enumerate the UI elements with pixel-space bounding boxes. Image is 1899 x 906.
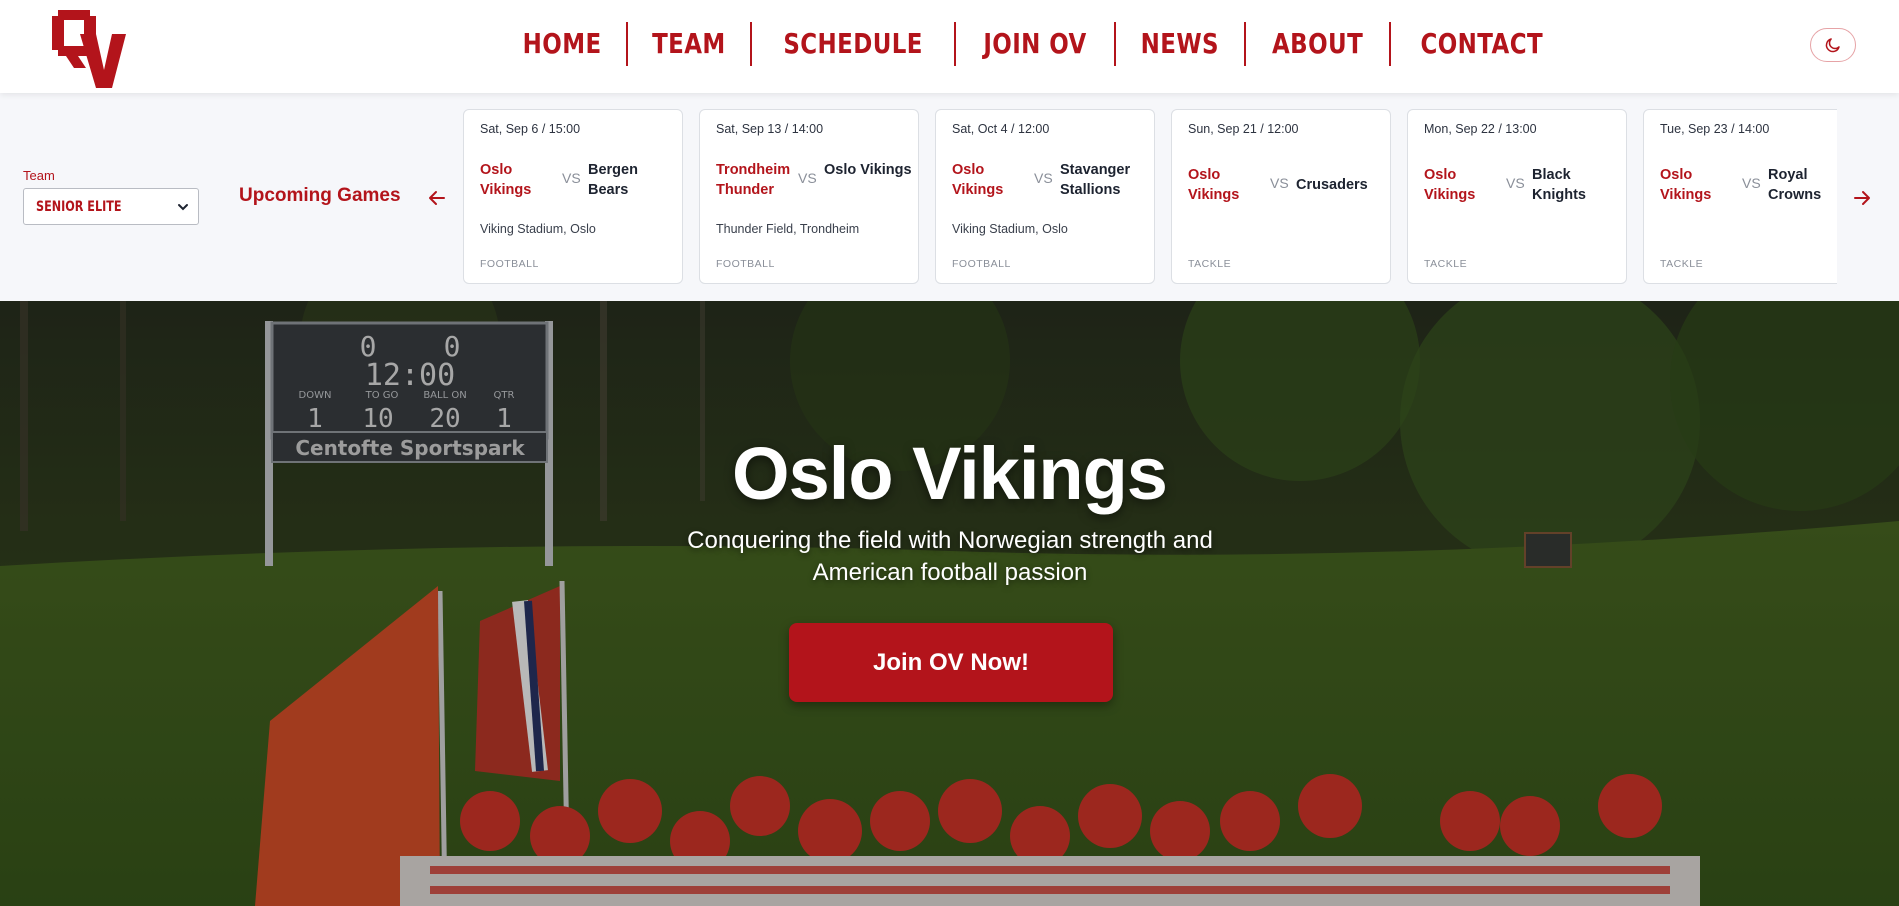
- nav-divider: [1114, 22, 1117, 66]
- nav-about[interactable]: ABOUT: [1259, 22, 1376, 66]
- team-select-value: SENIOR ELITE: [36, 198, 122, 215]
- team-select[interactable]: SENIOR ELITE: [23, 188, 199, 225]
- game-card[interactable]: Mon, Sep 22 / 13:00 Oslo Vikings VS Blac…: [1407, 109, 1627, 284]
- game-venue: Viking Stadium, Oslo: [480, 222, 596, 236]
- hero-section: 0 0 12:00 DOWN TO GO BALL ON QTR 1 10 20…: [0, 301, 1899, 906]
- away-team: Crusaders: [1296, 177, 1368, 193]
- hero-title: Oslo Vikings: [732, 432, 1168, 515]
- nav-divider: [750, 22, 752, 66]
- nav-contact[interactable]: CONTACT: [1407, 22, 1556, 66]
- game-date: Sat, Sep 6 / 15:00: [480, 122, 581, 136]
- logo[interactable]: [50, 4, 126, 90]
- nav-join-ov[interactable]: JOIN OV: [970, 22, 1100, 66]
- moon-icon: [1825, 38, 1840, 53]
- home-team: Oslo Vikings: [1188, 167, 1240, 203]
- away-team: Oslo Vikings: [824, 162, 912, 178]
- away-team: Bergen Bears: [588, 162, 638, 198]
- away-team: Stavanger Stallions: [1060, 162, 1131, 198]
- game-venue: Viking Stadium, Oslo: [952, 222, 1068, 236]
- game-date: Sun, Sep 21 / 12:00: [1188, 122, 1299, 136]
- game-card[interactable]: Tue, Sep 23 / 14:00 Oslo Vikings VS Roya…: [1643, 109, 1837, 284]
- nav-team[interactable]: TEAM: [639, 22, 739, 66]
- game-type: TACKLE: [1188, 258, 1232, 270]
- nav-schedule[interactable]: SCHEDULE: [770, 22, 936, 66]
- home-team: Oslo Vikings: [1424, 167, 1476, 203]
- vs-label: VS: [798, 170, 817, 186]
- nav-home[interactable]: HOME: [510, 22, 615, 66]
- home-team: Oslo Vikings: [480, 162, 532, 198]
- game-card[interactable]: Sun, Sep 21 / 12:00 Oslo Vikings VS Crus…: [1171, 109, 1391, 284]
- game-type: FOOTBALL: [480, 258, 539, 270]
- chevron-down-icon: [178, 204, 188, 211]
- hero-subtitle: Conquering the field with Norwegian stre…: [687, 527, 1213, 586]
- nav-news[interactable]: NEWS: [1128, 22, 1233, 66]
- game-type: FOOTBALL: [952, 258, 1011, 270]
- nav-divider: [1389, 22, 1392, 66]
- game-date: Sat, Oct 4 / 12:00: [952, 122, 1050, 136]
- game-type: TACKLE: [1660, 258, 1704, 270]
- ov-logo-icon: [52, 10, 126, 88]
- game-type: TACKLE: [1424, 258, 1468, 270]
- team-label: Team: [23, 168, 55, 183]
- hero-background-image: 0 0 12:00 DOWN TO GO BALL ON QTR 1 10 20…: [0, 301, 1899, 906]
- home-team: Oslo Vikings: [1660, 167, 1712, 203]
- game-date: Tue, Sep 23 / 14:00: [1660, 122, 1770, 136]
- site-header: HOME TEAM SCHEDULE JOIN OV NEWS ABOUT CO…: [0, 0, 1899, 93]
- upcoming-games-section: Team SENIOR ELITE Upcoming Games Sat, Se…: [0, 93, 1899, 301]
- game-card[interactable]: Sat, Oct 4 / 12:00 Oslo Vikings VS Stava…: [935, 109, 1155, 284]
- game-venue: Thunder Field, Trondheim: [716, 222, 860, 236]
- main-nav: HOME TEAM SCHEDULE JOIN OV NEWS ABOUT CO…: [498, 20, 1573, 68]
- game-card[interactable]: Sat, Sep 13 / 14:00 Trondheim Thunder VS…: [699, 109, 919, 284]
- game-card[interactable]: Sat, Sep 6 / 15:00 Oslo Vikings VS Berge…: [463, 109, 683, 284]
- vs-label: VS: [1270, 175, 1289, 191]
- nav-divider: [626, 22, 629, 66]
- vs-label: VS: [1506, 175, 1525, 191]
- next-games-button[interactable]: [1849, 185, 1875, 211]
- prev-games-button[interactable]: [424, 185, 450, 211]
- upcoming-games-title: Upcoming Games: [239, 185, 401, 206]
- arrow-left-icon: [429, 191, 445, 205]
- home-team: Oslo Vikings: [952, 162, 1004, 198]
- theme-toggle-button[interactable]: [1810, 28, 1856, 62]
- away-team: Royal Crowns: [1768, 167, 1822, 203]
- game-date: Mon, Sep 22 / 13:00: [1424, 122, 1537, 136]
- game-type: FOOTBALL: [716, 258, 775, 270]
- game-date: Sat, Sep 13 / 14:00: [716, 122, 824, 136]
- arrow-right-icon: [1854, 191, 1870, 205]
- vs-label: VS: [562, 170, 581, 186]
- vs-label: VS: [1742, 175, 1761, 191]
- join-ov-button[interactable]: Join OV Now!: [789, 623, 1113, 702]
- home-team: Trondheim Thunder: [716, 162, 791, 198]
- vs-label: VS: [1034, 170, 1053, 186]
- away-team: Black Knights: [1532, 167, 1586, 203]
- games-carousel: Sat, Sep 6 / 15:00 Oslo Vikings VS Berge…: [463, 109, 1837, 289]
- nav-divider: [954, 22, 957, 66]
- nav-divider: [1243, 22, 1246, 66]
